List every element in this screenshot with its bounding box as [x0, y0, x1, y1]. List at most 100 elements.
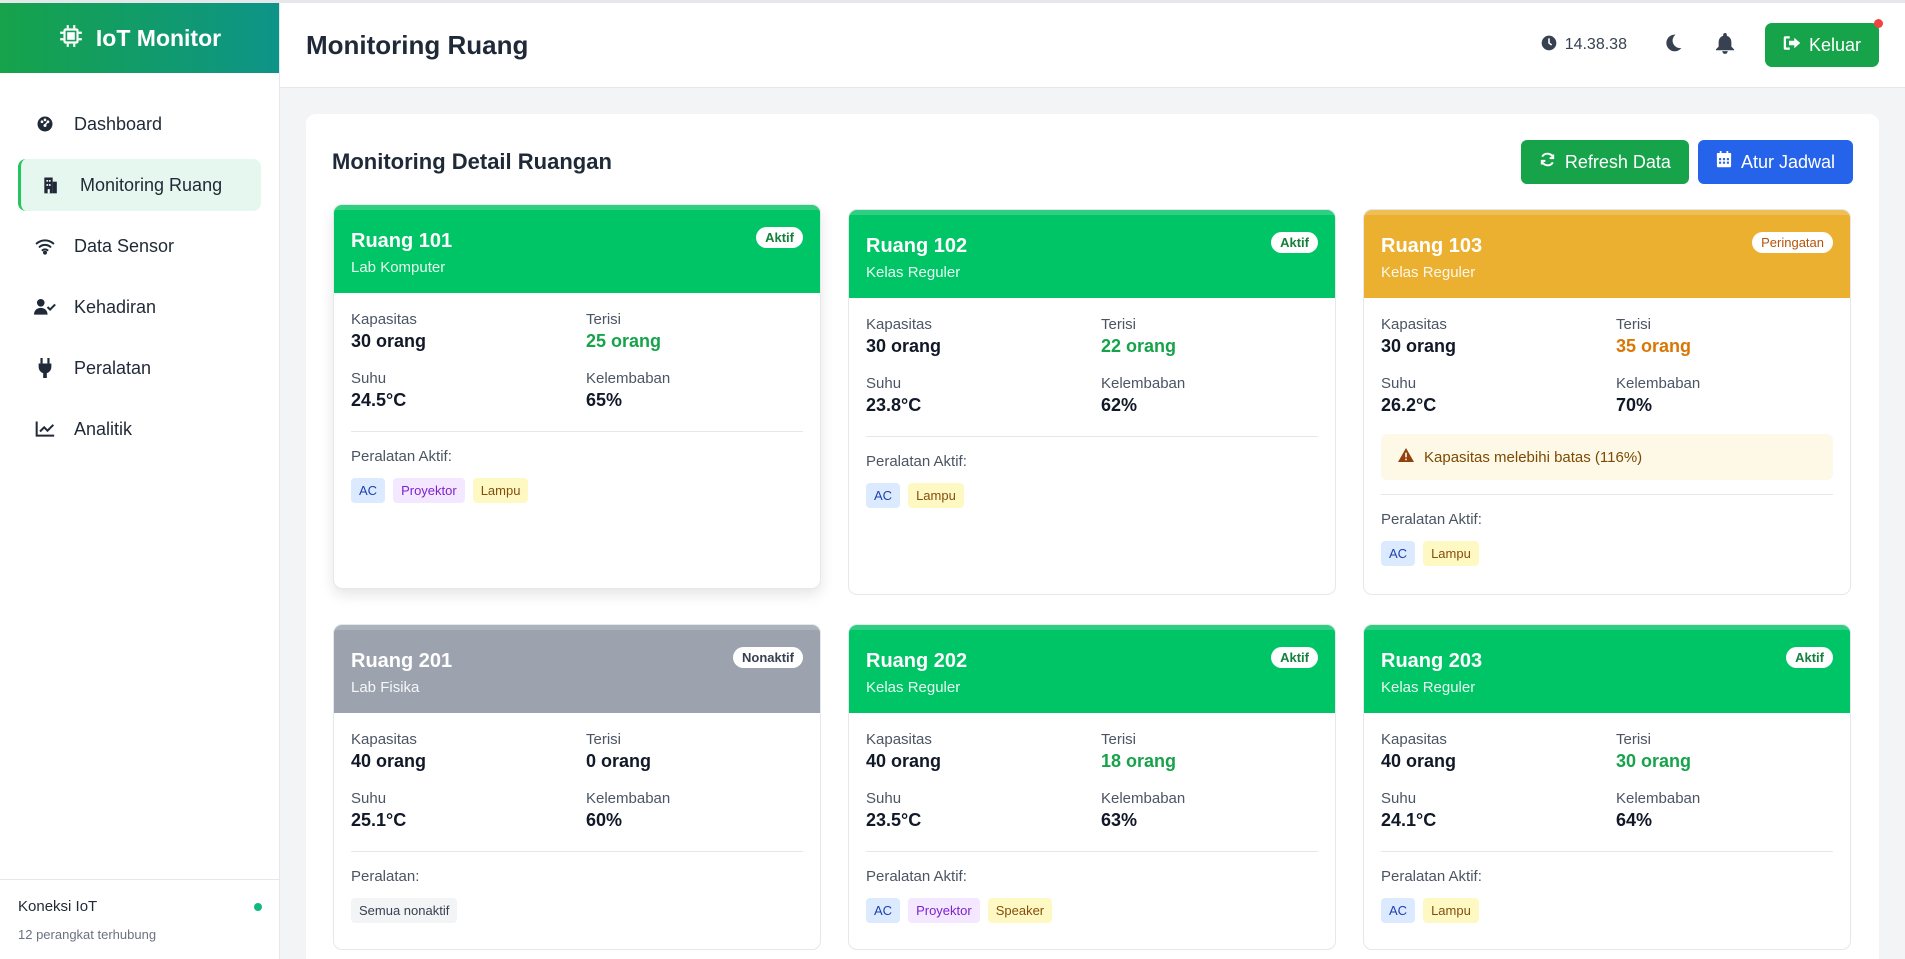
sidebar-item-analitik[interactable]: Analitik [18, 403, 261, 455]
room-card[interactable]: Ruang 203 Kelas Reguler Aktif Kapasitas 4… [1363, 624, 1851, 950]
notifications-button[interactable] [1713, 32, 1737, 59]
filled-label: Terisi [1616, 731, 1652, 748]
equipment-tags: AC Proyektor Speaker [866, 898, 1318, 923]
set-schedule-button[interactable]: Atur Jadwal [1697, 140, 1853, 184]
temperature-label: Suhu [1381, 375, 1417, 392]
room-name: Ruang 101 [351, 230, 453, 252]
room-card[interactable]: Ruang 102 Kelas Reguler Aktif Kapasitas 3… [848, 209, 1336, 595]
status-badge: Peringatan [1752, 232, 1833, 253]
equipment-tag: AC [866, 483, 901, 508]
filled-label: Terisi [1101, 316, 1137, 333]
divider [866, 851, 1318, 852]
equipment-label: Peralatan Aktif: [1381, 868, 1482, 885]
warning-icon [1398, 448, 1414, 466]
equipment-label: Peralatan Aktif: [351, 448, 452, 465]
status-badge: Aktif [1271, 232, 1318, 253]
equipment-tags: AC Lampu [1381, 541, 1833, 566]
sidebar-item-label: Kehadiran [74, 296, 157, 317]
room-type: Kelas Reguler [1381, 264, 1476, 281]
warning-text: Kapasitas melebihi batas (116%) [1424, 448, 1643, 466]
humidity-value: 62% [1101, 395, 1138, 415]
equipment-tag: Lampu [1423, 898, 1479, 923]
divider [1381, 494, 1833, 495]
room-name: Ruang 102 [866, 235, 968, 257]
equipment-tag: Proyektor [908, 898, 980, 923]
temperature-value: 24.5°C [351, 390, 407, 410]
sidebar-item-label: Peralatan [74, 357, 152, 378]
room-name: Ruang 203 [1381, 650, 1483, 672]
filled-label: Terisi [586, 731, 622, 748]
equipment-tag: AC [1381, 541, 1416, 566]
room-card-header: Ruang 103 Kelas Reguler Peringatan [1364, 210, 1850, 298]
capacity-value: 40 orang [351, 751, 427, 771]
room-card-header: Ruang 202 Kelas Reguler Aktif [849, 625, 1335, 713]
status-badge: Aktif [1786, 647, 1833, 668]
refresh-data-button[interactable]: Refresh Data [1520, 140, 1689, 184]
wifi-icon [34, 235, 56, 257]
temperature-value: 25.1°C [351, 810, 407, 830]
sidebar-item-kehadiran[interactable]: Kehadiran [18, 281, 261, 333]
divider [1381, 851, 1833, 852]
equipment-tag: AC [351, 478, 386, 503]
brand[interactable]: IoT Monitor [0, 0, 279, 73]
equipment-tags: Semua nonaktif [351, 898, 803, 923]
connection-subtitle: 12 perangkat terhubung [18, 927, 157, 942]
temperature-value: 23.5°C [866, 810, 922, 830]
filled-value: 18 orang [1101, 751, 1177, 771]
sidebar-item-label: Data Sensor [74, 235, 175, 256]
refresh-label: Refresh Data [1564, 151, 1671, 172]
room-type: Kelas Reguler [866, 679, 961, 696]
sidebar: IoT Monitor Dashboard Monitoring Ruang D… [0, 0, 280, 959]
brand-title: IoT Monitor [95, 24, 222, 51]
sidebar-item-data-sensor[interactable]: Data Sensor [18, 220, 261, 272]
plug-icon [34, 357, 56, 379]
humidity-value: 64% [1616, 810, 1653, 830]
clock-icon [1541, 35, 1557, 56]
sidebar-item-dashboard[interactable]: Dashboard [18, 98, 261, 150]
temperature-value: 26.2°C [1381, 395, 1437, 415]
temperature-label: Suhu [351, 370, 387, 387]
bell-icon [1715, 32, 1735, 59]
capacity-label: Kapasitas [866, 731, 932, 748]
equipment-label: Peralatan: [351, 868, 420, 885]
sidebar-item-peralatan[interactable]: Peralatan [18, 342, 261, 394]
sidebar-item-label: Analitik [74, 418, 133, 439]
temperature-label: Suhu [351, 790, 387, 807]
capacity-value: 40 orang [866, 751, 942, 771]
room-card[interactable]: Ruang 103 Kelas Reguler Peringatan Kapas… [1363, 209, 1851, 595]
sidebar-item-label: Dashboard [74, 113, 163, 134]
panel-title: Monitoring Detail Ruangan [332, 149, 612, 174]
equipment-tag: Semua nonaktif [351, 898, 458, 923]
room-card[interactable]: Ruang 101 Lab Komputer Aktif Kapasitas 30… [333, 204, 821, 589]
capacity-label: Kapasitas [866, 316, 932, 333]
equipment-tag: AC [866, 898, 901, 923]
filled-value: 30 orang [1616, 751, 1692, 771]
divider [351, 851, 803, 852]
clock: 14.38.38 [1541, 35, 1627, 56]
humidity-label: Kelembaban [586, 370, 671, 387]
equipment-tags: AC Lampu [866, 483, 1318, 508]
temperature-label: Suhu [1381, 790, 1417, 807]
filled-value: 35 orang [1616, 336, 1692, 356]
equipment-tag: Proyektor [393, 478, 465, 503]
room-card[interactable]: Ruang 202 Kelas Reguler Aktif Kapasitas 4… [848, 624, 1336, 950]
building-icon [40, 174, 62, 196]
room-card[interactable]: Ruang 201 Lab Fisika Nonaktif Kapasitas 4… [333, 624, 821, 950]
filled-label: Terisi [1616, 316, 1652, 333]
equipment-tag: Lampu [472, 478, 529, 503]
capacity-value: 30 orang [866, 336, 942, 356]
refresh-icon [1539, 151, 1556, 173]
dark-mode-toggle[interactable] [1661, 33, 1685, 57]
logout-label: Keluar [1808, 34, 1861, 55]
connection-title: Koneksi IoT [18, 898, 98, 915]
room-type: Kelas Reguler [1381, 679, 1476, 696]
logout-button[interactable]: Keluar [1764, 19, 1883, 67]
sidebar-item-monitoring-ruang[interactable]: Monitoring Ruang [18, 159, 261, 211]
humidity-label: Kelembaban [1101, 375, 1186, 392]
humidity-label: Kelembaban [1616, 790, 1701, 807]
top-header: Monitoring Ruang 14.38.38 Keluar [280, 0, 1905, 88]
room-type: Lab Komputer [351, 259, 446, 276]
connection-status: Koneksi IoT 12 perangkat terhubung [0, 879, 280, 959]
sidebar-nav: Dashboard Monitoring Ruang Data Sensor K… [0, 73, 279, 455]
sidebar-item-label: Monitoring Ruang [80, 174, 223, 195]
